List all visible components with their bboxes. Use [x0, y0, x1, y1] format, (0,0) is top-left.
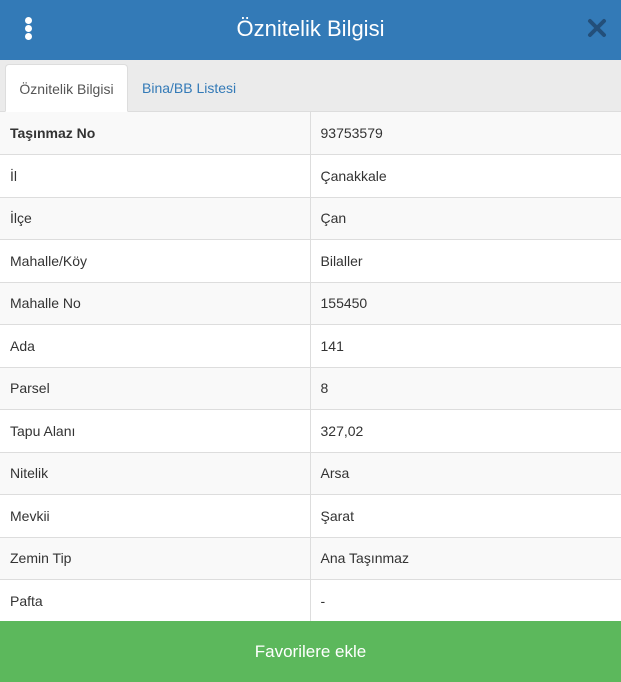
table-row: Mahalle No 155450 — [0, 282, 621, 325]
attribute-value: Arsa — [310, 452, 621, 495]
table-row: İl Çanakkale — [0, 154, 621, 198]
tab-bar: Öznitelik Bilgisi Bina/BB Listesi — [0, 60, 621, 112]
tab-oznitelik-bilgisi[interactable]: Öznitelik Bilgisi — [5, 64, 128, 112]
attribute-key: Parsel — [0, 367, 311, 410]
vertical-ellipsis-icon[interactable] — [19, 15, 39, 43]
attribute-value: 141 — [310, 324, 621, 368]
attribute-key: Pafta — [0, 579, 311, 623]
attribute-key: Taşınmaz No — [0, 112, 311, 155]
table-row: İlçe Çan — [0, 197, 621, 240]
tab-bina-bb-listesi[interactable]: Bina/BB Listesi — [132, 64, 246, 112]
table-row: Parsel 8 — [0, 367, 621, 410]
table-row: Mahalle/Köy Bilaller — [0, 239, 621, 283]
attribute-value: 8 — [310, 367, 621, 410]
attribute-table: Taşınmaz No 93753579 İl Çanakkale İlçe Ç… — [0, 112, 621, 623]
attribute-value: Çanakkale — [310, 154, 621, 198]
attribute-key: Zemin Tip — [0, 537, 311, 580]
add-to-favorites-button[interactable]: Favorilere ekle — [0, 621, 621, 682]
attribute-key: Ada — [0, 324, 311, 368]
table-row: Nitelik Arsa — [0, 452, 621, 495]
attribute-value: 327,02 — [310, 409, 621, 453]
close-icon[interactable] — [584, 15, 610, 41]
table-row: Mevkii Şarat — [0, 494, 621, 538]
panel-title: Öznitelik Bilgisi — [236, 16, 385, 41]
table-row: Zemin Tip Ana Taşınmaz — [0, 537, 621, 580]
table-row: Taşınmaz No 93753579 — [0, 112, 621, 155]
attribute-value: Şarat — [310, 494, 621, 538]
attribute-key: İl — [0, 154, 311, 198]
table-row: Tapu Alanı 327,02 — [0, 409, 621, 453]
attribute-value: Ana Taşınmaz — [310, 537, 621, 580]
attribute-key: Mahalle/Köy — [0, 239, 311, 283]
attribute-key: Mevkii — [0, 494, 311, 538]
attribute-key: Mahalle No — [0, 282, 311, 325]
attribute-key: Nitelik — [0, 452, 311, 495]
attribute-key: Tapu Alanı — [0, 409, 311, 453]
attribute-value: 93753579 — [310, 112, 621, 155]
attribute-value: Bilaller — [310, 239, 621, 283]
attribute-value: 155450 — [310, 282, 621, 325]
table-row: Pafta - — [0, 579, 621, 623]
table-row: Ada 141 — [0, 324, 621, 368]
attribute-key: İlçe — [0, 197, 311, 240]
attribute-value: Çan — [310, 197, 621, 240]
attribute-value: - — [310, 579, 621, 623]
panel-header: Öznitelik Bilgisi — [0, 0, 621, 60]
